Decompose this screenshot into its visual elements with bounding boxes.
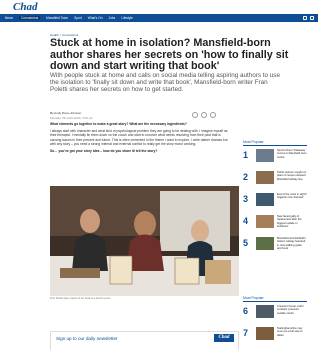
sidebar-item-number: 2	[243, 172, 249, 182]
sidebar-item-thumbnail	[256, 327, 274, 340]
newsletter-logo: Chad	[214, 334, 234, 342]
nav-item-mansfield-town[interactable]: Mansfield Town	[46, 16, 68, 20]
sidebar-item-label: Crescent Group under constant 'pressure'…	[277, 305, 304, 315]
nav-item-lifestyle[interactable]: Lifestyle	[121, 16, 133, 20]
photo-illustration	[50, 186, 239, 296]
article-headline: Stuck at home in isolation? Mansfield-bo…	[50, 37, 289, 73]
sidebar-item-number: 7	[243, 328, 249, 338]
search-icon[interactable]	[303, 16, 307, 20]
share-buttons	[192, 112, 216, 118]
sidebar-item-label: New faced gally of harassment after the …	[277, 215, 302, 229]
nav-icons	[303, 16, 314, 20]
sidebar-title: Most Popular	[243, 140, 307, 146]
sidebar-item-thumbnail	[256, 149, 274, 162]
sidebar-item-label: Sports Direct 'hideaway' comes to Mansfi…	[277, 149, 307, 159]
site-logo[interactable]: Chad	[13, 1, 37, 13]
nav-item-sport[interactable]: Sport	[74, 16, 82, 20]
sidebar-item-thumbnail	[256, 305, 274, 318]
sidebar-item-thumbnail	[256, 171, 274, 184]
sidebar-title: Most Popular	[243, 296, 307, 302]
article-paragraph: I always start with character and what k…	[50, 129, 228, 146]
sidebar-item-number: 4	[243, 216, 249, 226]
nav-item-news[interactable]: News	[5, 16, 13, 20]
newsletter-title: Sign up to our daily newsletter	[56, 336, 118, 341]
twitter-share-icon[interactable]	[201, 112, 207, 118]
nav-item-whats-on[interactable]: What's On	[88, 16, 103, 20]
sidebar-item-label: Nottinghamshire may soon put a full stop…	[277, 327, 303, 337]
sidebar-item[interactable]: 4 New faced gally of harassment after th…	[243, 215, 307, 234]
sidebar-item-number: 6	[243, 306, 249, 316]
site-header: Chad	[0, 0, 318, 14]
sidebar-item-label: Mansfield and Ashfield's historic railwa…	[277, 237, 306, 251]
nav-item-coronavirus[interactable]: Coronavirus	[18, 16, 41, 20]
sidebar-item-number: 1	[243, 150, 249, 160]
sidebar-item-thumbnail	[256, 237, 274, 250]
newsletter-signup: Sign up to our daily newsletter Chad	[50, 331, 239, 350]
sidebar-item[interactable]: 5 Mansfield and Ashfield's historic rail…	[243, 237, 307, 256]
sidebar-item-thumbnail	[256, 215, 274, 228]
sidebar-item-label: Public opinion sought on plans to reopen…	[277, 171, 307, 181]
article-paragraph: What elements go together to make a grea…	[50, 122, 187, 126]
sidebar-item[interactable]: 3 End of the crisis in sight? Gigantic n…	[243, 193, 307, 212]
author-name[interactable]: By Andy Done-Johnson	[50, 111, 81, 115]
photo-caption: Fran Poletti signs copies of her book at…	[50, 297, 111, 300]
sidebar-item-label: End of the crisis in sight? Gigantic new…	[277, 193, 307, 200]
article-paragraph: So… you've got your story idea – how do …	[50, 149, 158, 154]
facebook-share-icon[interactable]	[192, 112, 198, 118]
sidebar-item-thumbnail	[256, 193, 274, 206]
sidebar-item[interactable]: 2 Public opinion sought on plans to reop…	[243, 171, 307, 190]
main-nav: News Coronavirus Mansfield Town Sport Wh…	[0, 14, 318, 22]
article-photo	[50, 186, 239, 296]
sidebar-item-number: 5	[243, 238, 249, 248]
nav-item-jobs[interactable]: Jobs	[109, 16, 116, 20]
sidebar-item-number: 3	[243, 194, 249, 204]
email-share-icon[interactable]	[210, 112, 216, 118]
article-standfirst: With people stuck at home and calls on s…	[50, 72, 280, 94]
sidebar-item[interactable]: 1 Sports Direct 'hideaway' comes to Mans…	[243, 149, 307, 168]
most-popular-sidebar-2: Most Popular 6 Crescent Group under cons…	[243, 296, 307, 349]
user-icon[interactable]	[310, 16, 314, 20]
sidebar-item[interactable]: 7 Nottinghamshire may soon put a full st…	[243, 327, 307, 346]
most-popular-sidebar: Most Popular 1 Sports Direct 'hideaway' …	[243, 140, 307, 259]
sidebar-item[interactable]: 6 Crescent Group under constant 'pressur…	[243, 305, 307, 324]
article-body: What elements go together to make a grea…	[50, 122, 230, 156]
